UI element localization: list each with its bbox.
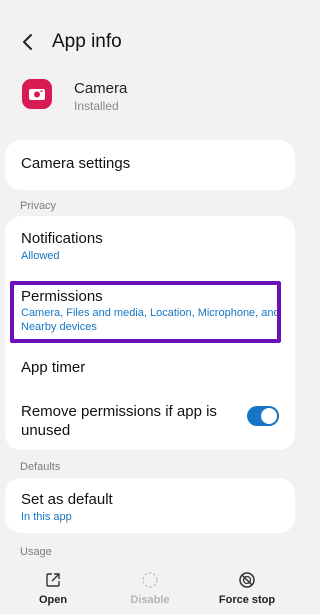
remove-permissions-toggle[interactable] xyxy=(247,406,279,426)
camera-icon xyxy=(29,89,45,100)
notifications-subtitle: Allowed xyxy=(21,250,60,262)
notifications-title: Notifications xyxy=(21,230,103,247)
permissions-highlight-box xyxy=(10,281,281,343)
camera-app-icon xyxy=(22,79,52,109)
set-as-default-title: Set as default xyxy=(21,491,113,508)
open-label: Open xyxy=(38,594,68,606)
back-button[interactable] xyxy=(13,27,43,57)
app-bar: App info xyxy=(0,22,300,62)
section-label-privacy: Privacy xyxy=(20,200,57,212)
bottom-action-bar: Open Disable Force stop xyxy=(0,565,300,614)
app-install-status: Installed xyxy=(74,99,119,113)
open-external-icon xyxy=(46,573,60,587)
open-button[interactable]: Open xyxy=(13,565,93,610)
app-summary: Camera Installed xyxy=(22,76,282,116)
remove-permissions-label: Remove permissions if app is unused xyxy=(21,403,217,439)
defaults-card: Set as default In this app xyxy=(5,478,295,533)
force-stop-icon xyxy=(239,572,255,588)
disable-label: Disable xyxy=(130,594,170,606)
disable-button[interactable]: Disable xyxy=(110,565,190,610)
disable-icon xyxy=(142,572,158,588)
camera-settings-card: Camera settings xyxy=(5,140,295,190)
camera-settings-row[interactable]: Camera settings xyxy=(21,155,130,172)
app-name: Camera xyxy=(74,80,128,97)
toggle-knob xyxy=(261,408,277,424)
app-timer-row[interactable]: App timer xyxy=(21,359,85,376)
set-as-default-subtitle: In this app xyxy=(21,511,72,523)
force-stop-label: Force stop xyxy=(218,594,276,606)
section-label-usage: Usage xyxy=(20,546,52,558)
section-label-defaults: Defaults xyxy=(20,461,61,473)
force-stop-button[interactable]: Force stop xyxy=(207,565,287,610)
page-title: App info xyxy=(52,31,122,52)
back-arrow-icon xyxy=(23,34,32,50)
